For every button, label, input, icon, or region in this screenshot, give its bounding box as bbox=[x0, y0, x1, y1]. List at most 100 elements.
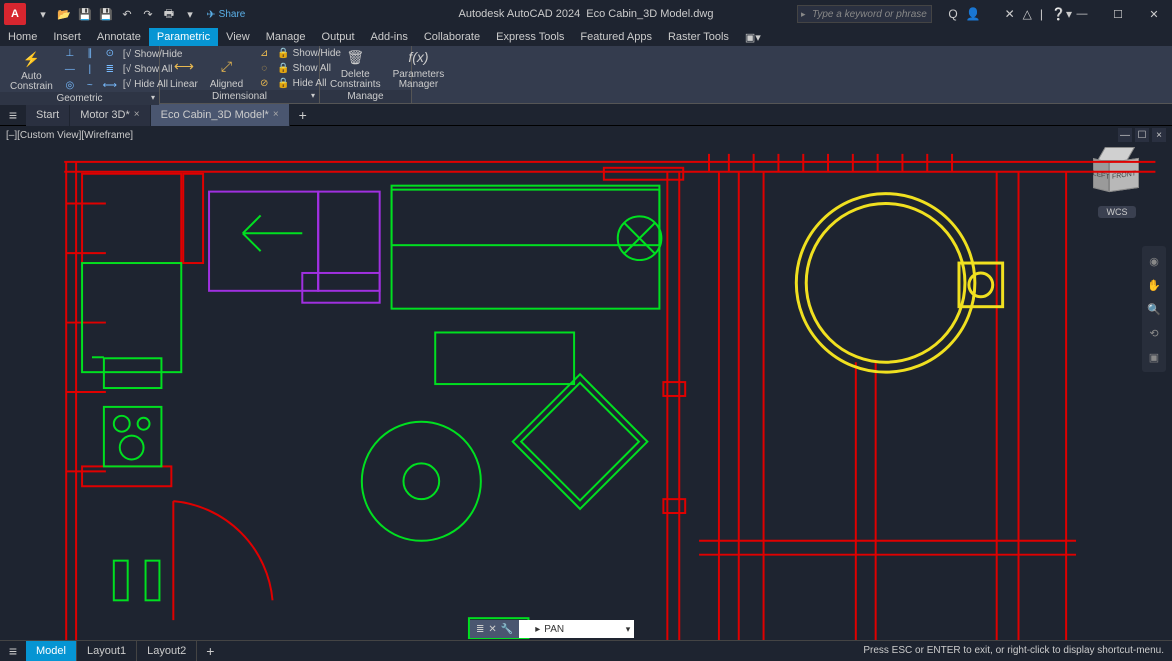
doctab[interactable]: Eco Cabin_3D Model*× bbox=[151, 104, 290, 126]
app-name: Autodesk AutoCAD 2024 bbox=[459, 8, 581, 20]
doctab-menu-icon[interactable]: ≡ bbox=[0, 107, 26, 123]
eye-none-icon: [√ bbox=[123, 79, 131, 90]
vertical-icon[interactable]: | bbox=[81, 62, 99, 76]
smooth-icon[interactable]: ~ bbox=[81, 78, 99, 92]
user-icon[interactable]: 👤 bbox=[966, 7, 981, 21]
cmd-recent-icon[interactable]: ≣ bbox=[476, 624, 484, 635]
constraint-icons-grid: ⊥ ∥ ⊙ — | ≣ ◎ ~ ⟷ bbox=[61, 46, 119, 92]
minimize-button[interactable]: — bbox=[1064, 0, 1100, 28]
menu-bar: HomeInsertAnnotateParametricViewManageOu… bbox=[0, 28, 1172, 46]
qat-saveas-icon[interactable]: 💾 bbox=[97, 5, 115, 23]
lock-all-icon: 🔒 bbox=[277, 63, 289, 74]
delete-constraints-button[interactable]: 🗑 Delete Constraints bbox=[326, 46, 385, 90]
menu-view[interactable]: View bbox=[218, 28, 258, 46]
drawing-area[interactable]: [–][Custom View][Wireframe] — ☐ × LEFT F… bbox=[0, 126, 1172, 640]
parameters-manager-button[interactable]: f(x) Parameters Manager bbox=[389, 46, 449, 90]
menu-overflow-icon[interactable]: ▣▾ bbox=[737, 28, 769, 46]
add-layout-button[interactable]: + bbox=[197, 643, 223, 659]
signin-icon[interactable]: Q bbox=[948, 7, 957, 21]
cmd-custom-icon[interactable]: 🔧 bbox=[501, 624, 513, 635]
auto-constrain-icon: ⚡ bbox=[20, 48, 42, 70]
qat-new-icon[interactable]: ▾ bbox=[34, 5, 52, 23]
eye-all-icon: [√ bbox=[123, 64, 131, 75]
cad-canvas bbox=[0, 144, 1172, 640]
window-controls: — ☐ ✕ bbox=[1064, 0, 1172, 28]
linear-icon: ⟷ bbox=[173, 55, 195, 77]
vp-maximize-icon[interactable]: ☐ bbox=[1135, 128, 1149, 142]
layout-tab-layout2[interactable]: Layout2 bbox=[137, 641, 197, 661]
eye-icon: [√ bbox=[123, 49, 131, 60]
ribbon-panel-geometric: ⚡ Auto Constrain ⊥ ∥ ⊙ — | ≣ ◎ ~ ⟷ [√Sho… bbox=[0, 46, 160, 103]
menu-express-tools[interactable]: Express Tools bbox=[488, 28, 572, 46]
qat-dropdown-icon[interactable]: ▾ bbox=[181, 5, 199, 23]
ribbon-panel-dimensional: ⟷ Linear ⤢ Aligned ⊿ ◌ ⊘ 🔒Show/Hide 🔒Sho… bbox=[160, 46, 320, 103]
horizontal-icon[interactable]: — bbox=[61, 62, 79, 76]
new-tab-button[interactable]: + bbox=[290, 107, 316, 123]
qat-open-icon[interactable]: 📂 bbox=[55, 5, 73, 23]
menu-add-ins[interactable]: Add-ins bbox=[363, 28, 416, 46]
perpendicular-icon[interactable]: ⊥ bbox=[61, 46, 79, 60]
parallel-icon[interactable]: ∥ bbox=[81, 46, 99, 60]
qat-plot-icon[interactable]: 🖶 bbox=[160, 5, 178, 23]
tab-start[interactable]: Start bbox=[26, 104, 70, 126]
dim-icon-2[interactable]: ◌ bbox=[255, 61, 273, 75]
doctab[interactable]: Motor 3D*× bbox=[70, 104, 150, 126]
cmd-close-icon[interactable]: ✕ bbox=[488, 624, 496, 635]
command-line[interactable]: ≣ ✕ 🔧 ▸ PAN bbox=[470, 620, 634, 638]
panel-label-geometric[interactable]: Geometric bbox=[0, 92, 159, 105]
menu-collaborate[interactable]: Collaborate bbox=[416, 28, 488, 46]
menu-featured-apps[interactable]: Featured Apps bbox=[572, 28, 660, 46]
lock-none-icon: 🔒 bbox=[277, 78, 289, 89]
menu-output[interactable]: Output bbox=[314, 28, 363, 46]
symmetric-icon[interactable]: ⟷ bbox=[101, 78, 119, 92]
panel-label-manage: Manage bbox=[320, 90, 411, 103]
layout-tab-layout1[interactable]: Layout1 bbox=[77, 641, 137, 661]
status-bar: ≡ ModelLayout1Layout2 + Press ESC or ENT… bbox=[0, 640, 1172, 660]
qat-redo-icon[interactable]: ↷ bbox=[139, 5, 157, 23]
share-button[interactable]: Share bbox=[223, 5, 241, 23]
quick-access-toolbar: ▾ 📂 💾 💾 ↶ ↷ 🖶 ▾ ✈ Share bbox=[34, 5, 241, 23]
panel-label-dimensional[interactable]: Dimensional bbox=[160, 90, 319, 103]
auto-constrain-button[interactable]: ⚡ Auto Constrain bbox=[6, 46, 57, 92]
concentric-icon[interactable]: ◎ bbox=[61, 78, 79, 92]
menu-annotate[interactable]: Annotate bbox=[89, 28, 149, 46]
menu-home[interactable]: Home bbox=[0, 28, 45, 46]
lock-icon: 🔒 bbox=[277, 48, 289, 59]
layout-tab-model[interactable]: Model bbox=[26, 641, 77, 661]
maximize-button[interactable]: ☐ bbox=[1100, 0, 1136, 28]
close-icon[interactable]: × bbox=[134, 109, 140, 120]
delete-icon: 🗑 bbox=[344, 46, 366, 68]
ribbon-panel-manage: 🗑 Delete Constraints f(x) Parameters Man… bbox=[320, 46, 412, 103]
divider: | bbox=[1040, 7, 1043, 21]
qat-undo-icon[interactable]: ↶ bbox=[118, 5, 136, 23]
dim-icon-3[interactable]: ⊘ bbox=[255, 76, 273, 90]
share-icon[interactable]: ✈ bbox=[202, 5, 220, 23]
app-store-icon[interactable]: △ bbox=[1023, 7, 1032, 21]
vp-close-icon[interactable]: × bbox=[1152, 128, 1166, 142]
layout-menu-icon[interactable]: ≡ bbox=[0, 643, 26, 659]
exchange-icon[interactable]: ✕ bbox=[1005, 7, 1015, 21]
menu-manage[interactable]: Manage bbox=[258, 28, 314, 46]
title-right-icons: Q 👤 ✕ △ | ❔▾ bbox=[948, 7, 1072, 21]
tangent-icon[interactable]: ⊙ bbox=[101, 46, 119, 60]
ribbon: ⚡ Auto Constrain ⊥ ∥ ⊙ — | ≣ ◎ ~ ⟷ [√Sho… bbox=[0, 46, 1172, 104]
dim-icon-1[interactable]: ⊿ bbox=[255, 46, 273, 60]
document-tabs: ≡ Start Motor 3D*×Eco Cabin_3D Model*× + bbox=[0, 104, 1172, 126]
aligned-icon: ⤢ bbox=[215, 55, 237, 77]
menu-raster-tools[interactable]: Raster Tools bbox=[660, 28, 737, 46]
menu-parametric[interactable]: Parametric bbox=[149, 28, 218, 46]
close-button[interactable]: ✕ bbox=[1136, 0, 1172, 28]
title-text: Autodesk AutoCAD 2024 Eco Cabin_3D Model… bbox=[459, 8, 714, 20]
vp-minimize-icon[interactable]: — bbox=[1118, 128, 1132, 142]
qat-save-icon[interactable]: 💾 bbox=[76, 5, 94, 23]
close-icon[interactable]: × bbox=[273, 109, 279, 120]
title-bar: A ▾ 📂 💾 💾 ↶ ↷ 🖶 ▾ ✈ Share Autodesk AutoC… bbox=[0, 0, 1172, 28]
linear-button[interactable]: ⟷ Linear bbox=[166, 46, 202, 90]
viewport-controls: — ☐ × bbox=[1118, 128, 1166, 142]
aligned-button[interactable]: ⤢ Aligned bbox=[206, 46, 247, 90]
menu-insert[interactable]: Insert bbox=[45, 28, 89, 46]
view-label[interactable]: [–][Custom View][Wireframe] bbox=[6, 130, 133, 141]
collinear-icon[interactable]: ≣ bbox=[101, 62, 119, 76]
app-logo[interactable]: A bbox=[4, 3, 26, 25]
search-input[interactable]: Type a keyword or phrase bbox=[797, 5, 932, 23]
